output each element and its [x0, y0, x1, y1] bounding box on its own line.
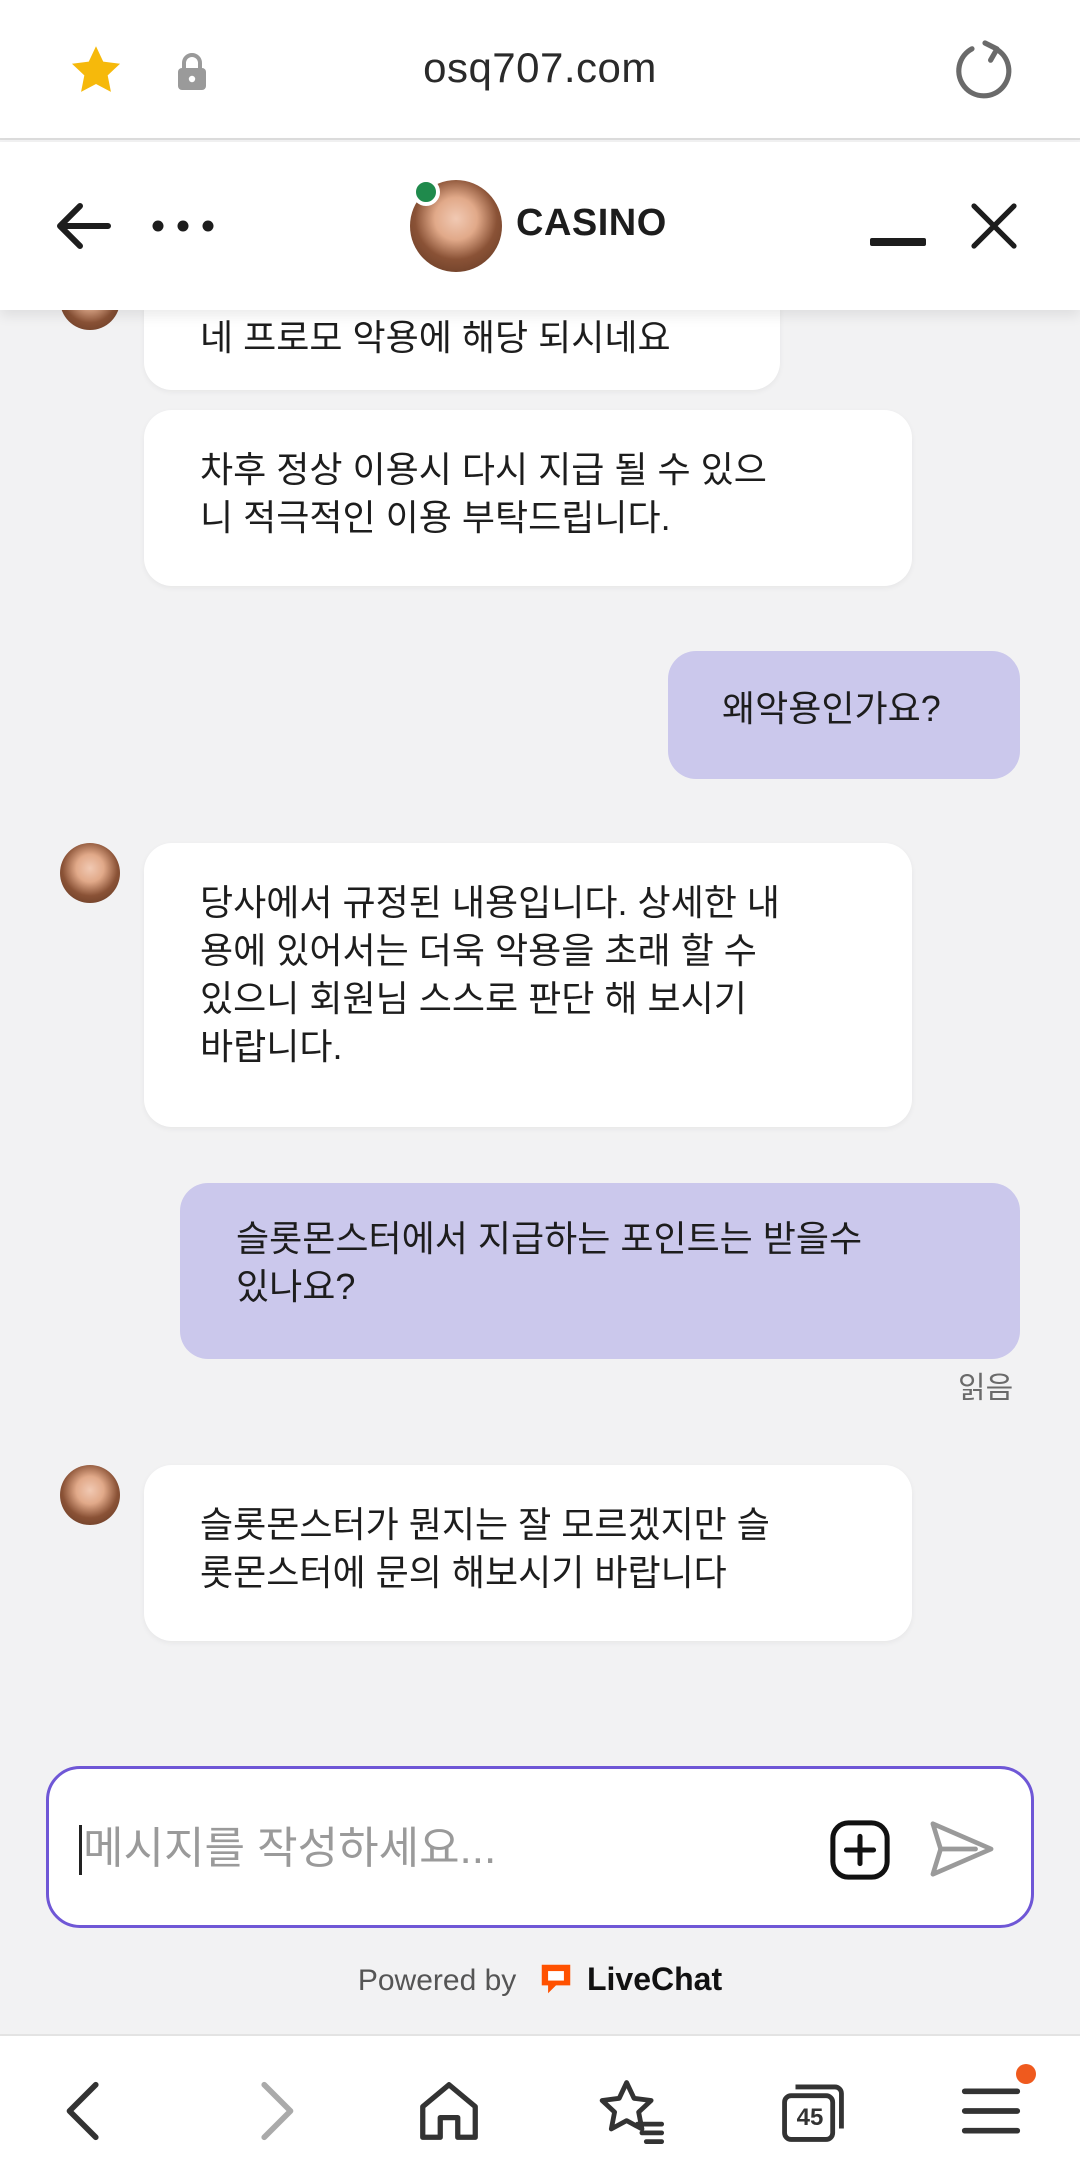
tab-count: 45 — [796, 2104, 824, 2131]
powered-by-text: Powered by — [357, 1964, 517, 1997]
minimize-icon[interactable] — [870, 238, 926, 246]
agent-avatar — [410, 178, 502, 272]
attach-plus-icon[interactable] — [829, 1819, 891, 1881]
nav-forward-icon[interactable] — [238, 2076, 308, 2146]
chat-title: CASINO — [516, 202, 667, 244]
notification-dot — [1016, 2064, 1036, 2084]
online-status-dot — [412, 178, 440, 206]
user-message: 슬롯몬스터에서 지급하는 포인트는 받을수 있나요? — [180, 1183, 1020, 1359]
agent-avatar-small — [60, 310, 120, 330]
powered-by-footer: Powered by LiveChat — [0, 1960, 1080, 1998]
nav-home-icon[interactable] — [414, 2076, 484, 2146]
back-arrow-icon[interactable] — [56, 202, 112, 250]
nav-back-icon[interactable] — [52, 2076, 122, 2146]
chat-header: CASINO — [0, 142, 1080, 310]
nav-menu-icon[interactable] — [956, 2076, 1026, 2146]
read-receipt: 읽음 — [958, 1372, 1014, 1405]
message-composer — [46, 1766, 1034, 1928]
agent-message: 네 프로모 악용에 해당 되시네요 — [144, 310, 780, 390]
close-icon[interactable] — [970, 202, 1018, 250]
browser-url-bar: osq707.com — [0, 0, 1080, 140]
message-list[interactable]: 네 프로모 악용에 해당 되시네요 차후 정상 이용시 다시 지급 될 수 있으… — [0, 310, 1080, 1710]
nav-tabs-button[interactable]: 45 — [778, 2076, 848, 2146]
agent-avatar-small — [60, 1465, 120, 1525]
agent-message: 차후 정상 이용시 다시 지급 될 수 있으 니 적극적인 이용 부탁드립니다. — [144, 410, 912, 586]
nav-bookmarks-icon[interactable] — [596, 2076, 666, 2146]
message-input[interactable] — [83, 1809, 783, 1889]
more-options-icon[interactable] — [150, 218, 216, 234]
text-cursor — [79, 1825, 82, 1875]
agent-avatar-small — [60, 843, 120, 903]
livechat-logo-icon — [541, 1964, 570, 1994]
send-icon[interactable] — [929, 1819, 995, 1879]
reload-icon[interactable] — [952, 38, 1016, 102]
agent-message: 슬롯몬스터가 뭔지는 잘 모르겠지만 슬 롯몬스터에 문의 해보시기 바랍니다 — [144, 1465, 912, 1641]
user-message: 왜악용인가요? — [668, 651, 1020, 779]
livechat-brand[interactable]: LiveChat — [587, 1961, 722, 1997]
browser-bottom-nav: 45 — [0, 2034, 1080, 2176]
agent-message: 당사에서 규정된 내용입니다. 상세한 내 용에 있어서는 더욱 악용을 초래 … — [144, 843, 912, 1127]
url-text[interactable]: osq707.com — [0, 44, 1080, 92]
